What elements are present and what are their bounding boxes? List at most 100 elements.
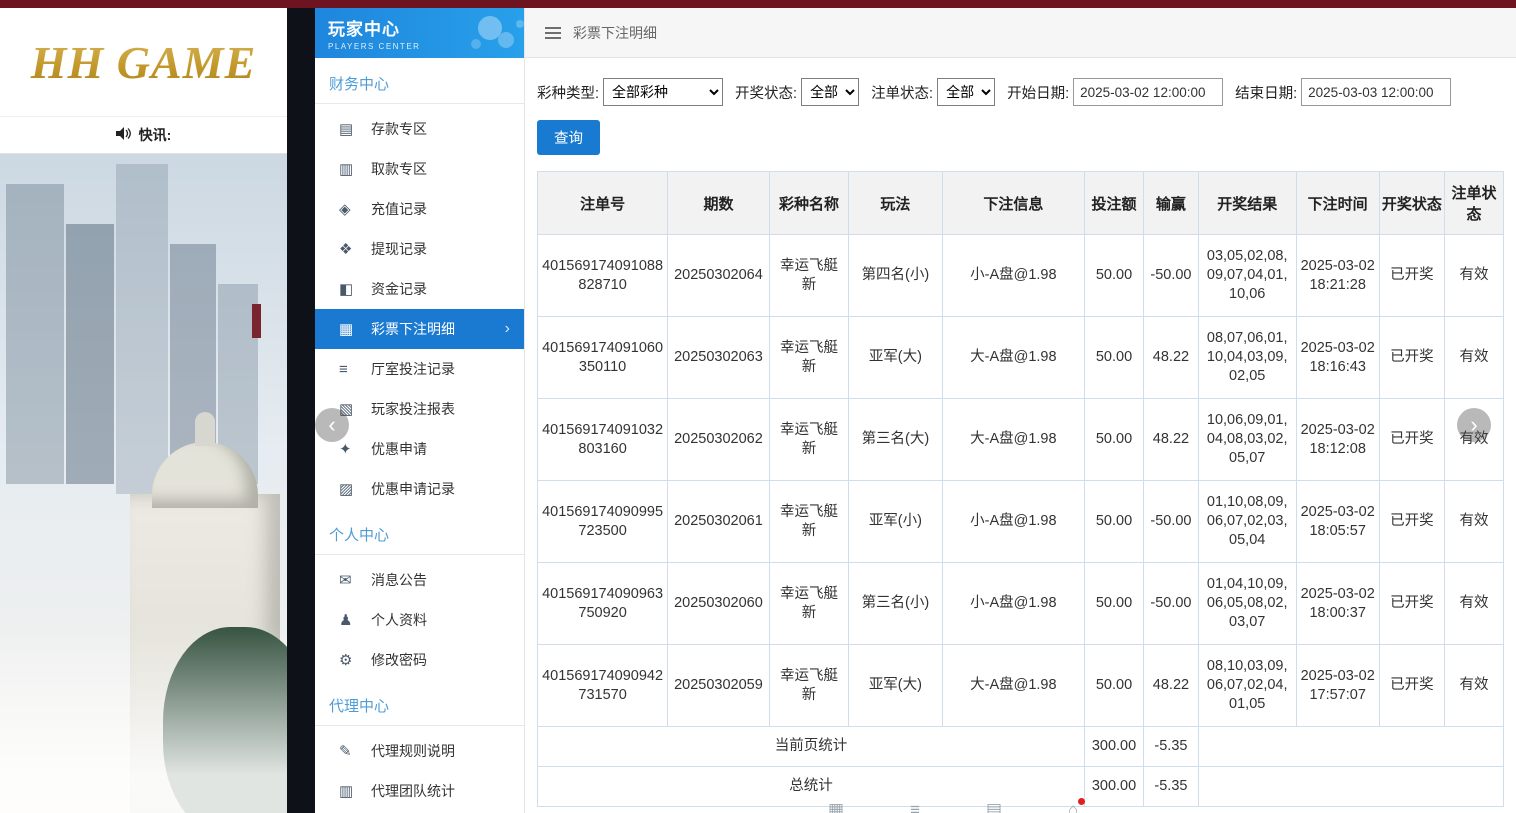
draw-status-select[interactable]: 全部	[801, 78, 859, 106]
sidebar-item-label: 个人资料	[371, 610, 427, 630]
table-header-cell: 开奖结果	[1198, 172, 1296, 235]
sidebar-item[interactable]: ✎代理规则说明	[315, 731, 524, 771]
sidebar-item-label: 优惠申请记录	[371, 479, 455, 499]
sidebar-section-title: 财务中心	[315, 58, 524, 104]
sidebar-item[interactable]: ♟个人资料	[315, 600, 524, 640]
table-cell: 50.00	[1085, 481, 1144, 563]
table-cell: 幸运飞艇新	[769, 563, 848, 645]
summary-bet-total: 300.00	[1085, 767, 1144, 807]
table-header-cell: 玩法	[849, 172, 943, 235]
table-cell: 2025-03-02 18:16:43	[1296, 317, 1379, 399]
table-header-cell: 输赢	[1143, 172, 1198, 235]
table-cell: 08,07,06,01,10,04,03,09,02,05	[1198, 317, 1296, 399]
start-date-label: 开始日期:	[1007, 82, 1069, 103]
table-row: 40156917409096375092020250302060幸运飞艇新第三名…	[538, 563, 1504, 645]
table-cell: 幸运飞艇新	[769, 481, 848, 563]
table-cell: 20250302060	[668, 563, 770, 645]
sidebar-item[interactable]: ✉消息公告	[315, 560, 524, 600]
end-date-label: 结束日期:	[1235, 82, 1297, 103]
footer-grid-icon[interactable]: ▦	[828, 800, 844, 813]
filter-bar: 彩种类型: 全部彩种 开奖状态: 全部 注单状态: 全部 开始日期: 结束日期:	[537, 78, 1504, 106]
table-cell: 48.22	[1143, 645, 1198, 727]
carousel-prev-icon[interactable]: ‹	[315, 408, 349, 442]
sidebar-item-label: 提现记录	[371, 239, 427, 259]
main-topbar: 彩票下注明细	[525, 8, 1516, 58]
sidebar-item[interactable]: ▥取款专区	[315, 149, 524, 189]
table-cell: 01,10,08,09,06,07,02,03,05,04	[1198, 481, 1296, 563]
table-cell: -50.00	[1143, 563, 1198, 645]
table-cell: 2025-03-02 18:12:08	[1296, 399, 1379, 481]
bet-status-select[interactable]: 全部	[937, 78, 995, 106]
table-cell: 10,06,09,01,04,08,03,02,05,07	[1198, 399, 1296, 481]
table-cell: 有效	[1444, 563, 1503, 645]
table-cell: 48.22	[1143, 317, 1198, 399]
table-cell: 幸运飞艇新	[769, 399, 848, 481]
table-cell: 有效	[1444, 481, 1503, 563]
summary-winloss-total: -5.35	[1143, 767, 1198, 807]
table-cell: 50.00	[1085, 235, 1144, 317]
sidebar-item-label: 资金记录	[371, 279, 427, 299]
start-date-input[interactable]	[1073, 78, 1223, 106]
lottery-type-select[interactable]: 全部彩种	[603, 78, 723, 106]
table-cell: 幸运飞艇新	[769, 317, 848, 399]
sidebar-item[interactable]: ❖提现记录	[315, 229, 524, 269]
table-header-cell: 开奖状态	[1379, 172, 1444, 235]
sidebar-section-title: 个人中心	[315, 509, 524, 555]
sidebar-item-label: 优惠申请	[371, 439, 427, 459]
table-cell: -50.00	[1143, 235, 1198, 317]
hall-bet-record-icon: ≡	[339, 361, 371, 378]
sidebar: 玩家中心 PLAYERS CENTER 财务中心▤存款专区▥取款专区◈充值记录❖…	[315, 8, 525, 813]
table-cell: 第四名(小)	[849, 235, 943, 317]
table-cell: 小-A盘@1.98	[942, 235, 1084, 317]
query-button[interactable]: 查询	[537, 120, 600, 155]
sidebar-item-label: 存款专区	[371, 119, 427, 139]
table-cell: 50.00	[1085, 317, 1144, 399]
sidebar-item[interactable]: ≡厅室投注记录	[315, 349, 524, 389]
sidebar-item[interactable]: ⚙修改密码	[315, 640, 524, 680]
carousel-next-icon[interactable]: ›	[1457, 408, 1491, 442]
table-cell: 401569174090995723500	[538, 481, 668, 563]
city-photo	[0, 154, 287, 813]
sidebar-section-title: 代理中心	[315, 680, 524, 726]
table-cell: 亚军(小)	[849, 481, 943, 563]
capitol-cupola-shape	[195, 412, 215, 446]
table-header-cell: 注单号	[538, 172, 668, 235]
news-bar: 快讯:	[0, 116, 287, 154]
table-cell: 幸运飞艇新	[769, 235, 848, 317]
sidebar-item[interactable]: ▥代理团队统计	[315, 771, 524, 811]
table-cell: 50.00	[1085, 399, 1144, 481]
menu-toggle-icon[interactable]	[545, 24, 561, 42]
table-cell: 50.00	[1085, 645, 1144, 727]
promo-apply-icon: ✦	[339, 440, 371, 458]
table-header-cell: 彩种名称	[769, 172, 848, 235]
table-cell: 2025-03-02 18:00:37	[1296, 563, 1379, 645]
summary-empty	[1198, 767, 1503, 807]
agent-team-stats-icon: ▥	[339, 782, 371, 800]
table-cell: 01,04,10,09,06,05,08,02,03,07	[1198, 563, 1296, 645]
table-cell: 20250302063	[668, 317, 770, 399]
table-cell: 401569174091088828710	[538, 235, 668, 317]
table-cell: 小-A盘@1.98	[942, 563, 1084, 645]
table-cell: 大-A盘@1.98	[942, 399, 1084, 481]
sidebar-item-label: 代理团队统计	[371, 781, 455, 801]
table-cell: 有效	[1444, 645, 1503, 727]
sidebar-item-label: 代理规则说明	[371, 741, 455, 761]
table-cell: 亚军(大)	[849, 317, 943, 399]
sidebar-item[interactable]: ▨优惠申请记录	[315, 469, 524, 509]
footer-menu-icon[interactable]: ≡	[910, 800, 920, 813]
funds-record-icon: ◧	[339, 280, 371, 298]
sidebar-item[interactable]: ▦彩票下注明细›	[315, 309, 524, 349]
end-date-input[interactable]	[1301, 78, 1451, 106]
sidebar-item[interactable]: ✦优惠申请	[315, 429, 524, 469]
lottery-bet-detail-icon: ▦	[339, 320, 371, 338]
table-row: 40156917409094273157020250302059幸运飞艇新亚军(…	[538, 645, 1504, 727]
deposit-icon: ▤	[339, 120, 371, 138]
footer-doc-icon[interactable]: ▤	[986, 800, 1002, 813]
sidebar-item[interactable]: ▤存款专区	[315, 109, 524, 149]
table-cell: 已开奖	[1379, 481, 1444, 563]
sidebar-item[interactable]: ◈充值记录	[315, 189, 524, 229]
recharge-record-icon: ◈	[339, 200, 371, 218]
summary-label: 当前页统计	[538, 727, 1085, 767]
sidebar-item[interactable]: ◧资金记录	[315, 269, 524, 309]
footer-home-icon[interactable]: ⌂	[1068, 800, 1078, 813]
